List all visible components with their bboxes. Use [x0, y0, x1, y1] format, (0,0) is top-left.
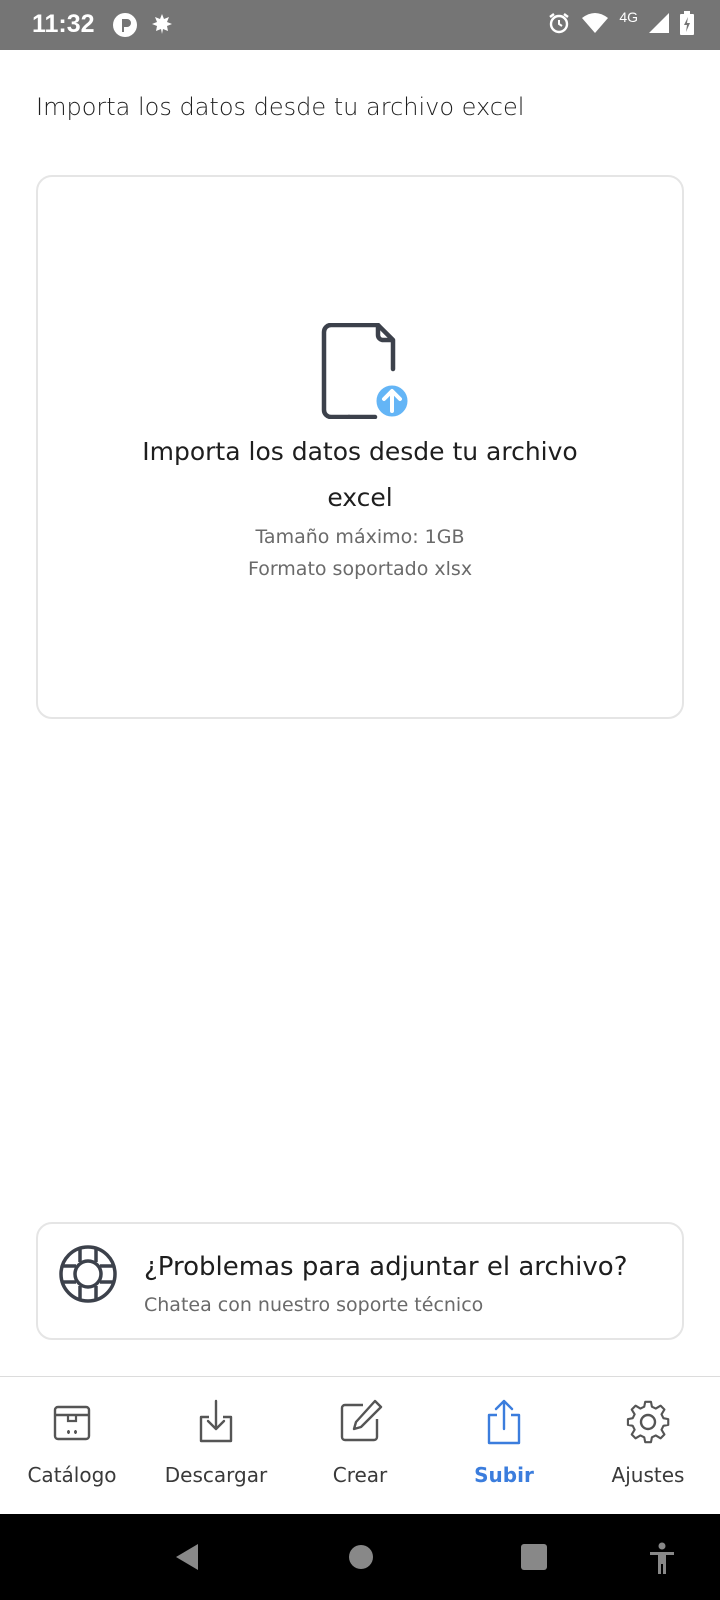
- max-size-text: Tamaño máximo: 1GB: [255, 526, 465, 548]
- nav-label-catalogo: Catálogo: [27, 1463, 117, 1487]
- nav-item-crear[interactable]: Crear: [288, 1377, 432, 1515]
- signal-icon: [649, 13, 669, 33]
- nav-item-ajustes[interactable]: Ajustes: [576, 1377, 720, 1515]
- recents-icon[interactable]: [520, 1542, 548, 1572]
- page-subtitle: Importa los datos desde tu archivo excel: [36, 93, 525, 121]
- home-icon[interactable]: [347, 1542, 375, 1572]
- accessibility-icon[interactable]: [648, 1542, 676, 1576]
- p-app-icon: [113, 13, 137, 37]
- upload-title: Importa los datos desde tu archivo excel: [142, 437, 578, 512]
- edit-icon: [340, 1399, 383, 1442]
- upload-dropzone[interactable]: Importa los datos desde tu archivo excel…: [36, 175, 684, 719]
- bottom-nav: Catálogo Descargar Crear Subir Ajustes: [0, 1376, 720, 1515]
- nav-item-subir[interactable]: Subir: [432, 1377, 576, 1515]
- help-title: ¿Problemas para adjuntar el archivo?: [144, 1252, 628, 1282]
- network-type: 4G: [619, 9, 638, 25]
- status-bar: 11:32 4G: [0, 0, 720, 50]
- system-nav-bar: [0, 1514, 720, 1600]
- status-right-icons: 4G: [547, 9, 694, 35]
- status-left-icons: [112, 12, 174, 38]
- upload-share-icon: [487, 1399, 521, 1445]
- leaf-icon: [152, 14, 172, 34]
- format-text: Formato soportado xlsx: [247, 558, 473, 580]
- nav-label-subir: Subir: [474, 1463, 534, 1487]
- help-subtitle: Chatea con nuestro soporte técnico: [144, 1294, 484, 1316]
- nav-label-descargar: Descargar: [164, 1463, 268, 1487]
- file-upload-icon: [321, 323, 411, 419]
- nav-label-crear: Crear: [332, 1463, 388, 1487]
- battery-charging-icon: [680, 11, 694, 35]
- lifebuoy-icon: [59, 1245, 117, 1303]
- download-icon: [199, 1399, 233, 1443]
- catalog-box-icon: [53, 1405, 91, 1441]
- support-chat-card[interactable]: ¿Problemas para adjuntar el archivo? Cha…: [36, 1222, 684, 1340]
- nav-item-descargar[interactable]: Descargar: [144, 1377, 288, 1515]
- alarm-icon: [549, 13, 570, 34]
- gear-icon: [626, 1400, 670, 1444]
- nav-item-catalogo[interactable]: Catálogo: [0, 1377, 144, 1515]
- wifi-icon: [582, 13, 609, 33]
- back-icon[interactable]: [172, 1542, 202, 1572]
- upload-meta: Tamaño máximo: 1GB Formato soportado xls…: [38, 521, 682, 585]
- nav-label-ajustes: Ajustes: [611, 1463, 685, 1487]
- status-time: 11:32: [32, 10, 95, 38]
